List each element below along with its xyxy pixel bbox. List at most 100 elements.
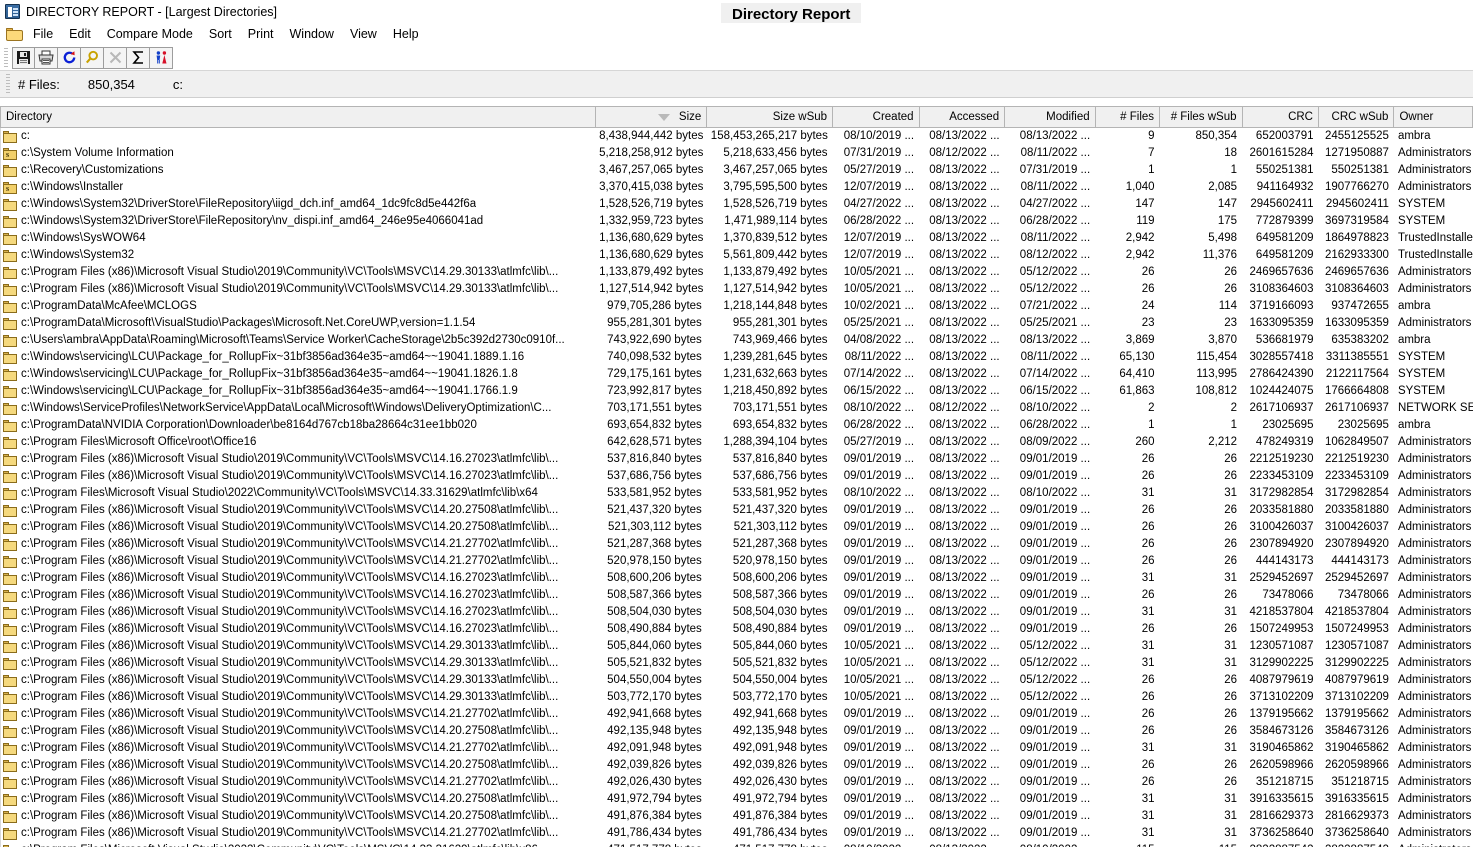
table-row[interactable]: c:\Program Files (x86)\Microsoft Visual … (0, 468, 1473, 485)
menu-item-window[interactable]: Window (282, 25, 342, 44)
table-row[interactable]: c:\Program Files (x86)\Microsoft Visual … (0, 587, 1473, 604)
folder-icon (3, 266, 17, 279)
search-button[interactable] (81, 46, 104, 69)
table-row[interactable]: c:\Program Files (x86)\Microsoft Visual … (0, 791, 1473, 808)
column-header-crc-wsub[interactable]: CRC wSub (1318, 106, 1395, 128)
table-row[interactable]: c:\Windows\servicing\LCU\Package_for_Rol… (0, 383, 1473, 400)
cell-directory: c:\Program Files (x86)\Microsoft Visual … (0, 451, 596, 468)
menu-item-sort[interactable]: Sort (201, 25, 240, 44)
cell-crc-wsub: 3736258640 (1324, 827, 1389, 839)
table-row[interactable]: c:\ProgramData\NVIDIA Corporation\Downlo… (0, 417, 1473, 434)
column-header-files-wsub[interactable]: # Files wSub (1159, 106, 1243, 128)
folder-icon (3, 623, 17, 636)
cell-files-wsub: 18 (1224, 147, 1238, 159)
column-header-files[interactable]: # Files (1095, 106, 1161, 128)
cell-accessed: 08/13/2022 ... (929, 368, 1000, 380)
table-row[interactable]: c:\Program Files (x86)\Microsoft Visual … (0, 519, 1473, 536)
cell-files-wsub: 31 (1224, 793, 1238, 805)
toolbar-grip[interactable] (4, 47, 8, 68)
table-row[interactable]: c:\Program Files\Microsoft Visual Studio… (0, 842, 1473, 847)
menu-item-view[interactable]: View (342, 25, 385, 44)
menu-item-print[interactable]: Print (240, 25, 282, 44)
column-header-accessed[interactable]: Accessed (919, 106, 1006, 128)
cell-created: 09/01/2019 ... (843, 742, 915, 754)
table-row[interactable]: c:\Program Files\Microsoft Office\root\O… (0, 434, 1473, 451)
owners-button[interactable] (150, 46, 173, 69)
table-row[interactable]: c:\Windows\System32\DriverStore\FileRepo… (0, 196, 1473, 213)
print-button[interactable] (35, 46, 58, 69)
column-header-size[interactable]: Size (595, 106, 708, 128)
table-row[interactable]: c:\Program Files (x86)\Microsoft Visual … (0, 774, 1473, 791)
column-header-crc[interactable]: CRC (1242, 106, 1319, 128)
save-button[interactable] (12, 46, 35, 69)
cell-created: 05/27/2019 ... (843, 436, 915, 448)
summary-grip[interactable] (6, 74, 10, 94)
table-row[interactable]: c:\ProgramData\McAfee\MCLOGS 979,705,286 … (0, 298, 1473, 315)
column-header-size-wsub[interactable]: Size wSub (706, 106, 834, 128)
table-row[interactable]: c:\Program Files (x86)\Microsoft Visual … (0, 757, 1473, 774)
table-row[interactable]: s c:\System Volume Information 5,218,258,9… (0, 145, 1473, 162)
table-row[interactable]: c:\Recovery\Customizations 3,467,257,065 … (0, 162, 1473, 179)
table-row[interactable]: c:\Program Files (x86)\Microsoft Visual … (0, 808, 1473, 825)
column-header-owner[interactable]: Owner (1393, 106, 1473, 128)
column-header-modified[interactable]: Modified (1004, 106, 1096, 128)
cell-files-wsub: 23 (1224, 317, 1238, 329)
table-row[interactable]: c:\Program Files (x86)\Microsoft Visual … (0, 723, 1473, 740)
cell-accessed: 08/13/2022 ... (929, 351, 1000, 363)
table-row[interactable]: c:\Program Files (x86)\Microsoft Visual … (0, 536, 1473, 553)
table-row[interactable]: c:\ProgramData\Microsoft\VisualStudio\Pa… (0, 315, 1473, 332)
cell-owner: Administrators (1397, 606, 1472, 618)
table-row[interactable]: c: 8,438,944,442 bytes 158,453,265,217 byt… (0, 127, 1473, 145)
table-row[interactable]: c:\Program Files (x86)\Microsoft Visual … (0, 570, 1473, 587)
directory-path: c:\Program Files\Microsoft Office\root\O… (21, 436, 257, 448)
table-row[interactable]: c:\Program Files (x86)\Microsoft Visual … (0, 502, 1473, 519)
column-header-created[interactable]: Created (832, 106, 920, 128)
table-row[interactable]: c:\Program Files (x86)\Microsoft Visual … (0, 638, 1473, 655)
table-row[interactable]: c:\Windows\ServiceProfiles\NetworkServic… (0, 400, 1473, 417)
table-row[interactable]: c:\Program Files (x86)\Microsoft Visual … (0, 264, 1473, 281)
directory-grid[interactable]: Directory Size Size wSub Created Accesse… (0, 106, 1473, 847)
folder-icon (3, 215, 17, 228)
table-row[interactable]: c:\Windows\servicing\LCU\Package_for_Rol… (0, 349, 1473, 366)
menu-item-compare-mode[interactable]: Compare Mode (99, 25, 201, 44)
table-row[interactable]: c:\Program Files (x86)\Microsoft Visual … (0, 672, 1473, 689)
table-row[interactable]: c:\Program Files (x86)\Microsoft Visual … (0, 689, 1473, 706)
table-row[interactable]: c:\Program Files (x86)\Microsoft Visual … (0, 451, 1473, 468)
summary-bar: # Files: 850,354 c: (0, 71, 1473, 98)
refresh-button[interactable] (58, 46, 81, 69)
table-row[interactable]: c:\Program Files (x86)\Microsoft Visual … (0, 621, 1473, 638)
table-row[interactable]: c:\Program Files (x86)\Microsoft Visual … (0, 655, 1473, 672)
table-row[interactable]: c:\Users\ambra\AppData\Roaming\Microsoft… (0, 332, 1473, 349)
table-row[interactable]: c:\Program Files (x86)\Microsoft Visual … (0, 825, 1473, 842)
cell-directory: c:\Windows\SysWOW64 (0, 230, 596, 247)
table-row[interactable]: c:\Windows\servicing\LCU\Package_for_Rol… (0, 366, 1473, 383)
cell-accessed: 08/13/2022 ... (929, 674, 1000, 686)
sum-button[interactable] (127, 46, 150, 69)
cell-crc: 2620598966 (1249, 759, 1314, 771)
cell-size: 1,133,879,492 bytes (599, 266, 704, 278)
table-row[interactable]: c:\Windows\SysWOW64 1,136,680,629 bytes 1,… (0, 230, 1473, 247)
table-row[interactable]: c:\Program Files (x86)\Microsoft Visual … (0, 553, 1473, 570)
cell-size-wsub: 521,437,320 bytes (732, 504, 828, 516)
table-row[interactable]: c:\Program Files\Microsoft Visual Studio… (0, 485, 1473, 502)
menu-item-help[interactable]: Help (385, 25, 427, 44)
directory-path: c:\Program Files (x86)\Microsoft Visual … (21, 453, 559, 465)
table-row[interactable]: c:\Program Files (x86)\Microsoft Visual … (0, 706, 1473, 723)
table-row[interactable]: c:\Program Files (x86)\Microsoft Visual … (0, 740, 1473, 757)
directory-path: c:\Program Files (x86)\Microsoft Visual … (21, 623, 559, 635)
table-row[interactable]: s c:\Windows\Installer 3,370,415,038 bytes… (0, 179, 1473, 196)
cell-directory: s c:\System Volume Information (0, 145, 596, 162)
menu-item-edit[interactable]: Edit (61, 25, 99, 44)
column-header-directory[interactable]: Directory (0, 106, 596, 128)
menu-item-file[interactable]: File (25, 25, 61, 44)
table-row[interactable]: c:\Windows\System32\DriverStore\FileRepo… (0, 213, 1473, 230)
cell-size-wsub: 1,239,281,645 bytes (723, 351, 828, 363)
table-row[interactable]: c:\Program Files (x86)\Microsoft Visual … (0, 281, 1473, 298)
directory-path: c:\Program Files (x86)\Microsoft Visual … (21, 538, 559, 550)
cell-owner: Administrators (1397, 283, 1472, 295)
cell-modified: 09/01/2019 ... (1019, 793, 1091, 805)
cell-size: 979,705,286 bytes (607, 300, 702, 312)
table-row[interactable]: c:\Program Files (x86)\Microsoft Visual … (0, 604, 1473, 621)
cell-created: 09/01/2019 ... (843, 708, 915, 720)
table-row[interactable]: c:\Windows\System32 1,136,680,629 bytes 5,… (0, 247, 1473, 264)
